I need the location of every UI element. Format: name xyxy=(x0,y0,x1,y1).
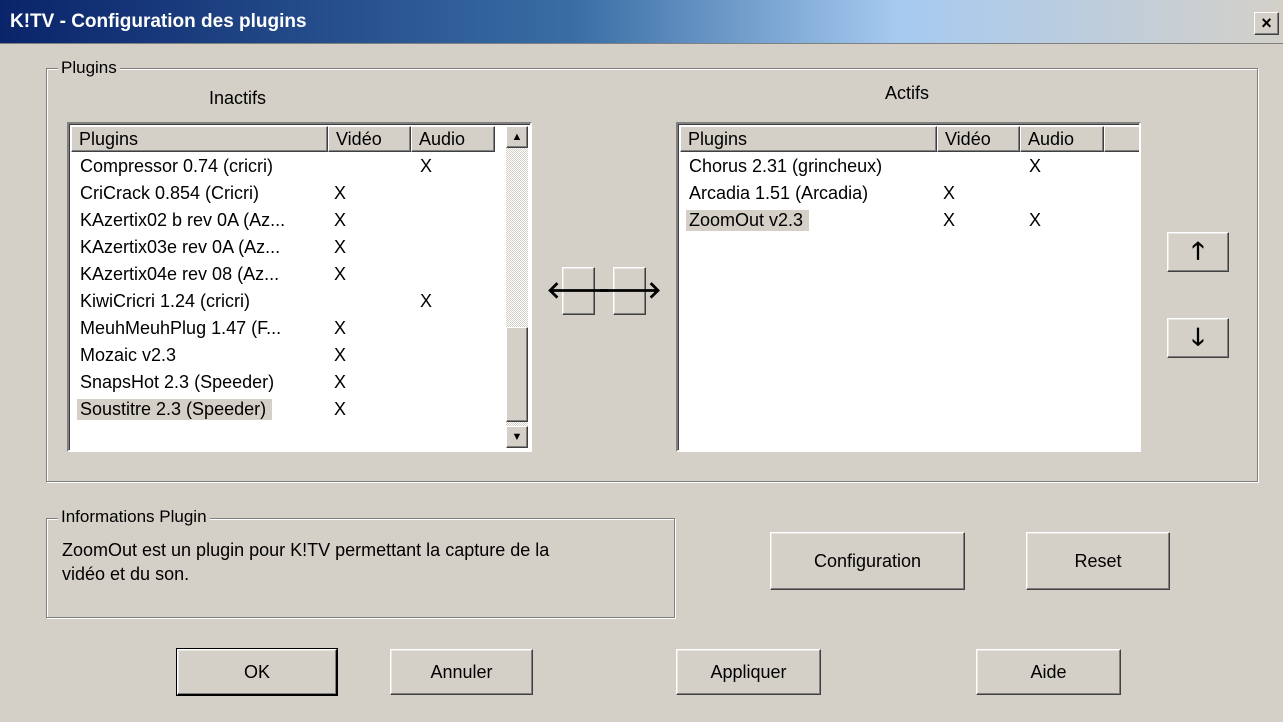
list-item[interactable]: Arcadia 1.51 (Arcadia) X xyxy=(680,181,1100,207)
list-item[interactable]: KAzertix02 b rev 0A (Az... X xyxy=(71,208,491,234)
plugin-video-flag: X xyxy=(334,372,347,392)
move-left-button[interactable]: 🡐 xyxy=(546,267,611,315)
list-item[interactable]: SnapsHot 2.3 (Speeder) X xyxy=(71,370,491,396)
column-header-plugins[interactable]: Plugins xyxy=(71,126,328,152)
plugin-video-flag: X xyxy=(943,210,956,230)
plugin-audio-flag: X xyxy=(1029,156,1042,176)
move-right-button[interactable]: 🡒 xyxy=(597,267,662,315)
list-item[interactable]: Chorus 2.31 (grincheux) X xyxy=(680,154,1100,180)
plugin-name: Mozaic v2.3 xyxy=(80,345,177,365)
title-bar[interactable]: K!TV - Configuration des plugins × xyxy=(0,0,1283,44)
inactive-label: Inactifs xyxy=(209,88,267,108)
move-up-button[interactable]: 🡑 xyxy=(1167,232,1229,272)
plugin-video-flag: X xyxy=(943,183,956,203)
list-item[interactable]: CriCrack 0.854 (Cricri) X xyxy=(71,181,491,207)
plugin-name: MeuhMeuhPlug 1.47 (F... xyxy=(80,318,282,338)
plugin-audio-flag: X xyxy=(420,291,433,311)
plugin-name: Compressor 0.74 (cricri) xyxy=(80,156,274,176)
plugin-name: Chorus 2.31 (grincheux) xyxy=(689,156,883,176)
list-item[interactable]: Soustitre 2.3 (Speeder) X xyxy=(71,397,491,423)
plugin-name: KiwiCricri 1.24 (cricri) xyxy=(80,291,250,311)
plugin-name: KAzertix04e rev 08 (Az... xyxy=(80,264,280,284)
plugin-name: Soustitre 2.3 (Speeder) xyxy=(77,399,273,420)
column-header-video[interactable]: Vidéo xyxy=(937,126,1020,152)
list-item[interactable]: Compressor 0.74 (cricri) X xyxy=(71,154,491,180)
configuration-button[interactable]: Configuration xyxy=(770,532,965,590)
column-header-audio[interactable]: Audio xyxy=(1020,126,1104,152)
plugin-name: ZoomOut v2.3 xyxy=(686,210,810,231)
reset-button[interactable]: Reset xyxy=(1026,532,1170,590)
scroll-up-button[interactable]: ▲ xyxy=(506,126,528,148)
list-item[interactable]: Mozaic v2.3 X xyxy=(71,343,491,369)
plugin-video-flag: X xyxy=(334,264,347,284)
close-button[interactable]: × xyxy=(1254,12,1279,35)
list-item[interactable]: KiwiCricri 1.24 (cricri) X xyxy=(71,289,491,315)
plugin-audio-flag: X xyxy=(1029,210,1042,230)
plugin-video-flag: X xyxy=(334,183,347,203)
plugin-video-flag: X xyxy=(334,345,347,365)
plugin-video-flag: X xyxy=(334,210,347,230)
inactive-plugins-list[interactable]: Plugins Vidéo Audio Compressor 0.74 (cri… xyxy=(67,122,532,452)
plugin-video-flag: X xyxy=(334,237,347,257)
plugin-video-flag: X xyxy=(334,399,347,419)
list-item[interactable]: KAzertix03e rev 0A (Az... X xyxy=(71,235,491,261)
active-plugins-list[interactable]: Plugins Vidéo Audio Chorus 2.31 (grinche… xyxy=(676,122,1141,452)
arrow-down-icon: 🡓 xyxy=(1191,324,1205,351)
column-header-audio[interactable]: Audio xyxy=(411,126,495,152)
move-down-button[interactable]: 🡓 xyxy=(1167,318,1229,358)
plugin-name: KAzertix02 b rev 0A (Az... xyxy=(80,210,286,230)
list-item[interactable]: MeuhMeuhPlug 1.47 (F... X xyxy=(71,316,491,342)
active-label: Actifs xyxy=(885,83,930,103)
scroll-down-button[interactable]: ▼ xyxy=(506,426,528,448)
plugins-group-legend: Plugins xyxy=(58,58,120,78)
info-group-legend: Informations Plugin xyxy=(58,507,210,527)
arrow-up-icon: 🡑 xyxy=(1191,238,1205,265)
plugin-video-flag: X xyxy=(334,318,347,338)
list-item[interactable]: KAzertix04e rev 08 (Az... X xyxy=(71,262,491,288)
info-text-line-1: ZoomOut est un plugin pour K!TV permetta… xyxy=(62,540,550,560)
plugin-name: SnapsHot 2.3 (Speeder) xyxy=(80,372,275,392)
arrow-right-icon: 🡒 xyxy=(597,277,662,304)
column-header-filler xyxy=(1104,126,1139,152)
plugin-name: Arcadia 1.51 (Arcadia) xyxy=(689,183,869,203)
cancel-button[interactable]: Annuler xyxy=(390,649,533,695)
window-title: K!TV - Configuration des plugins xyxy=(10,11,307,32)
column-header-plugins[interactable]: Plugins xyxy=(680,126,937,152)
apply-button[interactable]: Appliquer xyxy=(676,649,821,695)
help-button[interactable]: Aide xyxy=(976,649,1121,695)
column-header-video[interactable]: Vidéo xyxy=(328,126,411,152)
list-item[interactable]: ZoomOut v2.3 X X xyxy=(680,208,1100,234)
ok-button[interactable]: OK xyxy=(176,648,338,696)
inactive-list-scrollbar[interactable]: ▲ ▼ xyxy=(506,126,528,448)
plugin-audio-flag: X xyxy=(420,156,433,176)
info-text-line-2: vidéo et du son. xyxy=(62,564,190,584)
plugin-name: CriCrack 0.854 (Cricri) xyxy=(80,183,260,203)
plugin-name: KAzertix03e rev 0A (Az... xyxy=(80,237,281,257)
scroll-thumb[interactable] xyxy=(506,327,528,422)
